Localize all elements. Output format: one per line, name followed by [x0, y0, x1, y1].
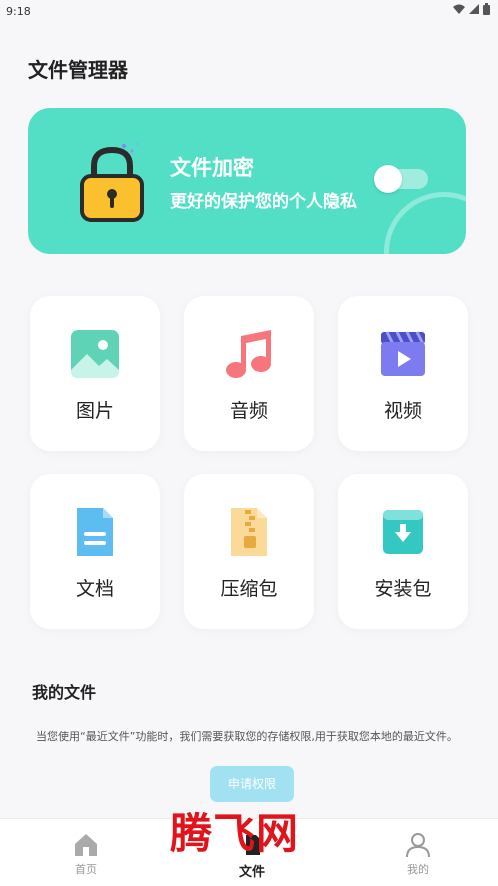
status-icons — [453, 3, 490, 15]
decorative-ring — [384, 192, 466, 254]
category-tile-images[interactable]: 图片 — [30, 296, 160, 451]
category-label: 图片 — [75, 400, 114, 422]
wifi-icon — [453, 4, 465, 14]
toggle-knob — [374, 165, 402, 193]
category-label: 文档 — [75, 578, 114, 600]
status-bar: 9:18 — [0, 0, 498, 24]
banner-title: 文件加密 — [170, 156, 254, 180]
nav-label-files: 文件 — [238, 865, 265, 880]
document-icon — [77, 508, 113, 556]
video-icon — [381, 331, 425, 376]
encryption-toggle[interactable] — [374, 165, 428, 193]
category-tile-video[interactable]: 视频 — [338, 296, 468, 451]
category-tile-documents[interactable]: 文档 — [30, 474, 160, 629]
category-tile-install-packages[interactable]: 安装包 — [338, 474, 468, 629]
install-package-icon — [383, 510, 423, 554]
watermark: 腾飞网 — [170, 809, 300, 858]
file-encryption-banner[interactable]: 文件加密 更好的保护您的个人隐私 — [28, 108, 466, 254]
permission-notice: 当您使用“最近文件”功能时，我们需要获取您的存储权限,用于获取您本地的最近文件。 — [36, 730, 458, 743]
category-label: 压缩包 — [220, 578, 278, 600]
image-icon — [71, 330, 119, 378]
category-label: 音频 — [229, 400, 268, 422]
nav-label-home: 首页 — [75, 863, 97, 876]
profile-icon — [406, 833, 430, 858]
nav-item-profile[interactable]: 我的 — [378, 831, 458, 877]
archive-icon — [231, 508, 267, 556]
page-title: 文件管理器 — [28, 58, 128, 82]
signal-icon — [469, 4, 479, 14]
status-time: 9:18 — [6, 5, 31, 18]
category-label: 安装包 — [374, 578, 432, 600]
music-icon — [226, 330, 271, 378]
category-tile-audio[interactable]: 音频 — [184, 296, 314, 451]
my-files-title: 我的文件 — [32, 683, 97, 702]
lock-icon — [80, 142, 144, 222]
category-tile-archives[interactable]: 压缩包 — [184, 474, 314, 629]
nav-item-home[interactable]: 首页 — [46, 831, 126, 877]
banner-subtitle: 更好的保护您的个人隐私 — [170, 192, 357, 212]
home-icon — [75, 834, 97, 856]
category-label: 视频 — [383, 400, 422, 422]
request-permission-button[interactable]: 申请权限 — [210, 766, 294, 802]
nav-label-profile: 我的 — [407, 863, 429, 876]
battery-icon — [483, 3, 490, 15]
